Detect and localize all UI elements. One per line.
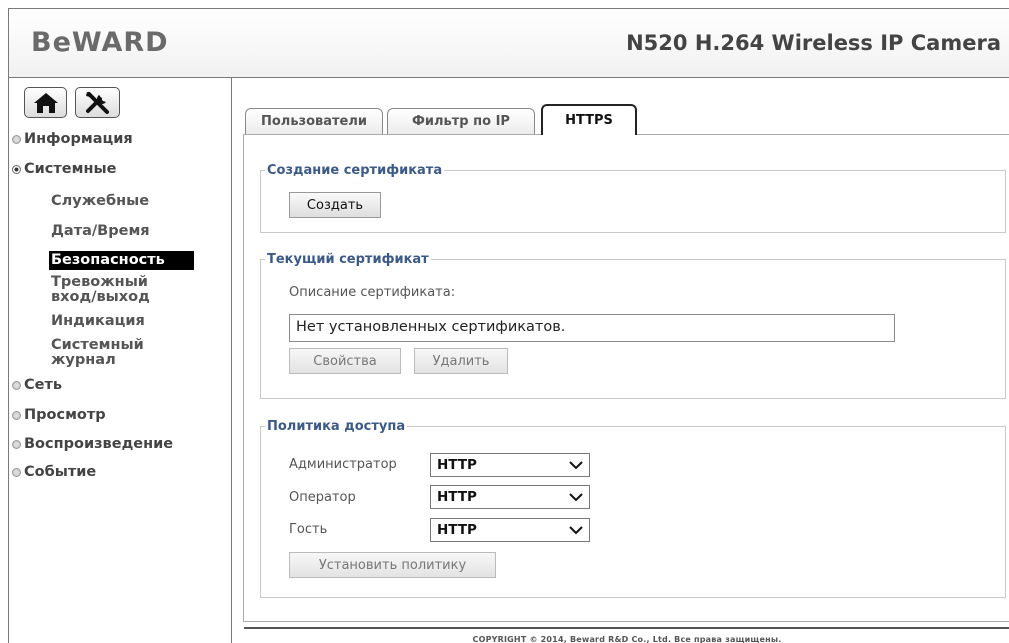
create-button[interactable]: Создать [289,192,381,218]
chevron-down-icon [569,493,583,502]
home-button[interactable] [24,87,67,118]
tab-ip-filter[interactable]: Фильтр по IP [387,108,535,134]
current-cert-legend: Текущий сертификат [267,252,429,267]
apply-policy-button[interactable]: Установить политику [289,552,496,578]
guest-policy-select[interactable]: HTTP [430,518,590,542]
chevron-down-icon [569,461,583,470]
menu-item-network[interactable]: Сеть [12,374,62,396]
home-icon [33,92,58,113]
menu-item-label: Информация [24,131,133,147]
menu-item-system[interactable]: Системные [12,158,116,180]
menu-item-label: Воспроизведение [24,436,174,452]
sidebar-item-syslog[interactable]: Системный журнал [51,338,161,368]
cert-description-label: Описание сертификата: [289,285,456,300]
radio-checked-icon [12,164,21,174]
radio-icon [12,467,21,477]
main-content: Пользователи Фильтр по IP HTTPS Создание… [233,78,1009,643]
menu-item-view[interactable]: Просмотр [12,404,106,426]
properties-button[interactable]: Свойства [289,348,401,374]
select-value: HTTP [437,457,477,473]
sidebar-item-datetime[interactable]: Дата/Время [51,224,150,239]
chevron-down-icon [569,526,583,535]
header: BeWARD N520 H.264 Wireless IP Camera [9,9,1009,78]
radio-icon [12,134,21,144]
menu-item-label: Просмотр [24,407,106,423]
tools-icon [85,91,109,114]
tab-https[interactable]: HTTPS [541,104,637,135]
access-policy-legend: Политика доступа [267,419,406,434]
radio-icon [12,380,21,390]
tab-users[interactable]: Пользователи [245,108,383,134]
menu-item-label: Системные [24,161,117,177]
create-cert-legend: Создание сертификата [267,163,443,178]
menu-item-label: Событие [24,464,97,480]
select-value: HTTP [437,522,477,538]
sidebar-item-indication[interactable]: Индикация [51,314,145,329]
access-policy-group: Политика доступа Администратор HTTP Опер… [260,419,1006,598]
sidebar: Информация Системные Служебные Дата/Врем… [9,78,232,643]
admin-policy-select[interactable]: HTTP [430,453,590,477]
current-cert-group: Текущий сертификат Описание сертификата:… [260,252,1006,399]
sidebar-item-service[interactable]: Служебные [51,194,149,209]
menu-item-playback[interactable]: Воспроизведение [12,433,173,455]
camera-web-ui: BeWARD N520 H.264 Wireless IP Camera Инф… [8,8,1009,643]
menu-item-info[interactable]: Информация [12,128,133,150]
radio-icon [12,439,21,449]
tools-button[interactable] [75,87,120,118]
beward-logo: BeWARD [31,27,169,58]
cert-description-field: Нет установленных сертификатов. [289,314,895,342]
admin-label: Администратор [289,457,397,472]
radio-icon [12,410,21,420]
sidebar-item-alarm-io[interactable]: Тревожный вход/выход [51,275,171,305]
menu-item-event[interactable]: Событие [12,461,96,483]
operator-policy-select[interactable]: HTTP [430,485,590,509]
delete-button[interactable]: Удалить [414,348,508,374]
sidebar-item-security[interactable]: Безопасность [49,251,194,270]
menu-item-label: Сеть [24,377,63,393]
guest-label: Гость [289,522,328,537]
operator-label: Оператор [289,490,356,505]
select-value: HTTP [437,489,477,505]
product-title: N520 H.264 Wireless IP Camera [626,31,1001,55]
create-cert-group: Создание сертификата Создать [260,163,1006,233]
https-panel: Создание сертификата Создать Текущий сер… [243,134,1009,622]
footer-copyright: COPYRIGHT © 2014, Beward R&D Co., Ltd. В… [244,627,1009,643]
